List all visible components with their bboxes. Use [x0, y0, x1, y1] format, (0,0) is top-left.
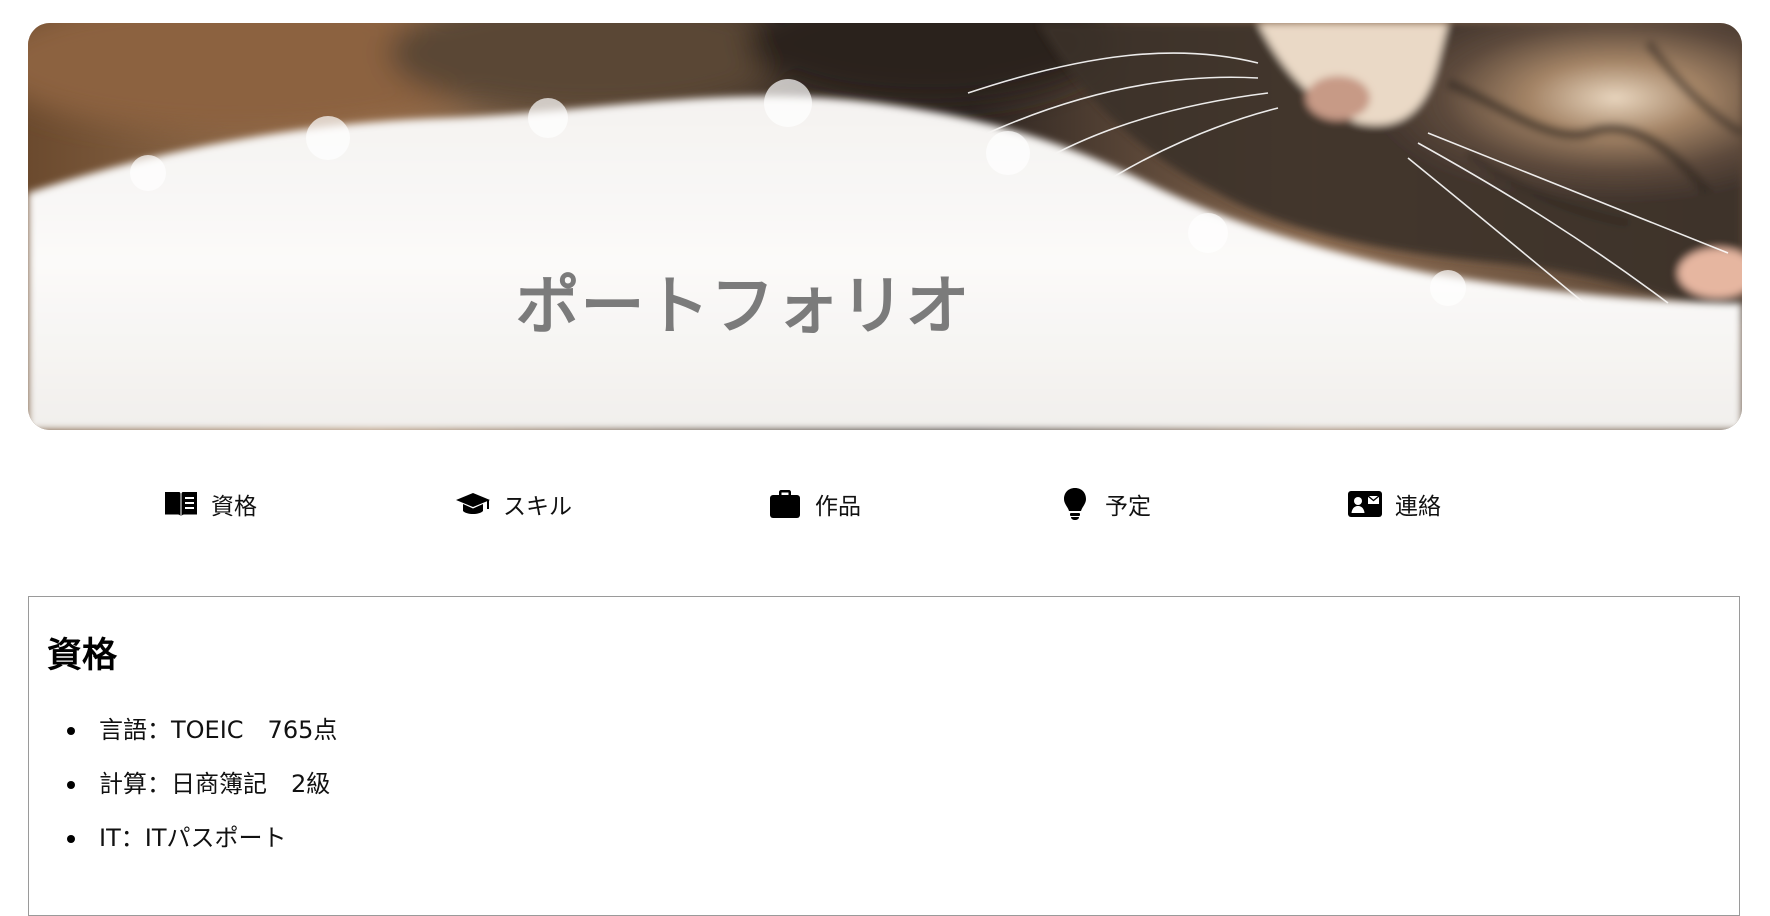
lightbulb-icon	[1064, 488, 1086, 520]
nav-label: 予定	[1105, 494, 1151, 520]
nav-label: 連絡	[1395, 494, 1441, 520]
hero-image	[28, 23, 1742, 430]
briefcase-icon	[770, 490, 800, 518]
nav-label: スキル	[503, 494, 572, 520]
nav-item-works[interactable]: 作品	[767, 478, 861, 530]
main-nav: 資格 スキル 作品 予定 連絡	[0, 478, 1770, 538]
list-item: 計算：日商簿記 2級	[29, 769, 337, 823]
contact-card-icon	[1348, 491, 1382, 517]
nav-item-skills[interactable]: スキル	[455, 478, 572, 530]
nav-item-qualifications[interactable]: 資格	[163, 478, 257, 530]
qualifications-list: 言語：TOEIC 765点 計算：日商簿記 2級 IT：ITパスポート	[29, 715, 337, 877]
nav-item-contact[interactable]: 連絡	[1347, 478, 1441, 530]
graduation-cap-icon	[456, 493, 490, 514]
nav-label: 作品	[815, 494, 861, 520]
nav-item-plans[interactable]: 予定	[1057, 478, 1151, 530]
nav-label: 資格	[211, 494, 257, 520]
book-icon	[165, 492, 197, 516]
hero-banner: ポートフォリオ	[28, 23, 1742, 430]
qualifications-section: 資格 言語：TOEIC 765点 計算：日商簿記 2級 IT：ITパスポート	[28, 596, 1740, 916]
list-item: 言語：TOEIC 765点	[29, 715, 337, 769]
page-title: ポートフォリオ	[515, 270, 971, 344]
section-title: 資格	[47, 636, 118, 676]
list-item: IT：ITパスポート	[29, 823, 337, 877]
